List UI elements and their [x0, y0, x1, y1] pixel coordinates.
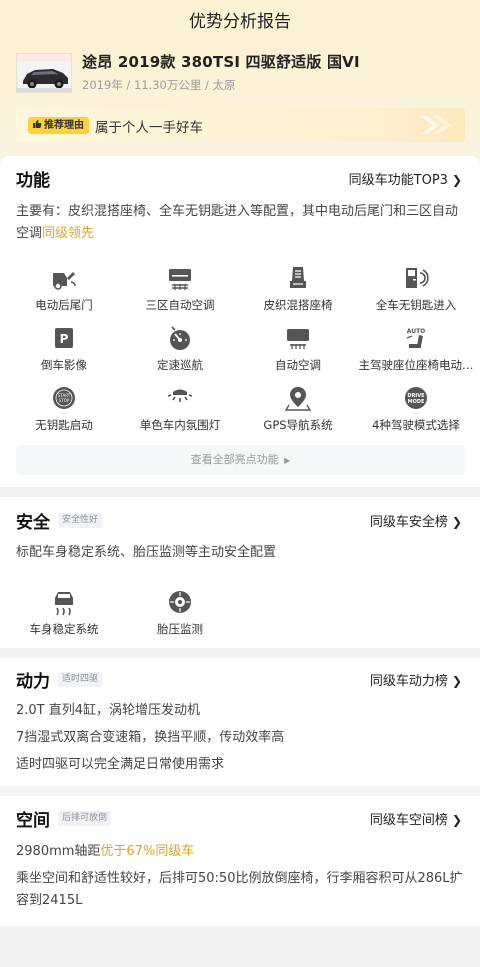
- feature-item[interactable]: 单色车内氛围灯: [120, 384, 240, 433]
- space-line-1: 2980mm轴距优于67%同级车: [16, 841, 466, 863]
- gps-icon: [284, 387, 312, 411]
- feature-item[interactable]: 皮织混搭座椅: [238, 264, 358, 313]
- features-section: 功能 同级车功能TOP3 ❯ 主要有：皮织混搭座椅、全车无钥匙进入等配置，其中电动…: [0, 156, 480, 487]
- seat-icon: [290, 267, 306, 288]
- space-section: 空间 后排可放倒 同级车空间榜 ❯ 2980mm轴距优于67%同级车 乘坐空间和舒…: [0, 796, 480, 926]
- features-top3-link[interactable]: 同级车功能TOP3 ❯: [349, 169, 462, 188]
- features-description: 主要有：皮织混搭座椅、全车无钥匙进入等配置，其中电动后尾门和三区自动空调同级领先: [16, 201, 466, 245]
- space-rank-link[interactable]: 同级车空间榜 ❯: [370, 809, 462, 828]
- car-image: [17, 54, 71, 92]
- chevron-right-icon: ❯: [451, 674, 462, 688]
- keyless-entry-icon: [406, 268, 429, 288]
- feature-label: 三区自动空调: [145, 298, 215, 312]
- power-tag: 适时四驱: [58, 672, 103, 687]
- feature-label: 电动后尾门: [35, 298, 93, 312]
- push-stop-text: STOP: [59, 398, 70, 403]
- feature-label: 自动空调: [275, 358, 321, 372]
- feature-item[interactable]: GPS导航系统: [238, 384, 358, 433]
- car-thumbnail[interactable]: [16, 53, 72, 93]
- safety-rank-link[interactable]: 同级车安全榜 ❯: [370, 511, 462, 530]
- ambient-light-icon: [167, 389, 193, 402]
- space-tag: 后排可放倒: [58, 811, 112, 826]
- feature-label: 4种驾驶模式选择: [372, 418, 460, 432]
- features-title: 功能: [16, 171, 50, 191]
- thumbs-up-icon: [33, 120, 42, 128]
- safety-item[interactable]: 胎压监测: [120, 588, 240, 637]
- car-title: 途昂 2019款 380TSI 四驱舒适版 国VI: [82, 53, 360, 71]
- feature-item[interactable]: 自动空调: [238, 324, 358, 373]
- safety-title: 安全: [16, 513, 50, 533]
- safety-item[interactable]: 车身稳定系统: [4, 588, 124, 637]
- feature-label: GPS导航系统: [263, 418, 333, 432]
- power-rank-link[interactable]: 同级车动力榜 ❯: [370, 670, 462, 689]
- stability-control-icon: [55, 592, 73, 616]
- drive-mode-icon: DRIVE MODE: [405, 387, 427, 409]
- power-link-label: 同级车动力榜: [369, 674, 448, 689]
- feature-item[interactable]: 定速巡航: [120, 324, 240, 373]
- feature-item[interactable]: P 倒车影像: [4, 324, 124, 373]
- power-line-1: 2.0T 直列4缸，涡轮增压发动机: [16, 703, 201, 718]
- power-section: 动力 适时四驱 同级车动力榜 ❯ 2.0T 直列4缸，涡轮增压发动机 7挡湿式双离…: [0, 658, 480, 786]
- power-line-2: 7挡湿式双离合变速箱，换挡平顺，传动效率高: [16, 730, 285, 745]
- recommend-reason-bar: 推荐理由 属于个人一手好车: [16, 108, 465, 142]
- safety-item-label: 车身稳定系统: [29, 622, 99, 636]
- power-title: 动力: [16, 672, 50, 692]
- feature-label: 单色车内氛围灯: [139, 418, 221, 432]
- recommend-badge-label: 推荐理由: [44, 120, 84, 131]
- feature-label: 倒车影像: [41, 358, 87, 372]
- view-all-label: 查看全部亮点功能: [190, 453, 279, 466]
- push-start-icon: START STOP: [53, 387, 75, 409]
- feature-label: 主驾驶座位座椅电动…: [358, 358, 474, 372]
- space-highlight: 优于67%同级车: [100, 844, 195, 859]
- tire-pressure-icon: [169, 591, 191, 613]
- decorative-chevron-icon: [421, 116, 451, 134]
- recommend-badge: 推荐理由: [28, 117, 89, 134]
- feature-item[interactable]: DRIVE MODE 4种驾驶模式选择: [356, 384, 476, 433]
- reverse-camera-p: P: [60, 332, 69, 346]
- safety-section: 安全 安全性好 同级车安全榜 ❯ 标配车身稳定系统、胎压监测等主动安全配置 车身稳…: [0, 497, 480, 648]
- space-line-2: 乘坐空间和舒适性较好，后排可50:50比例放倒座椅，行李厢容积可从286L扩容到…: [16, 871, 463, 908]
- reverse-camera-icon: P: [55, 328, 73, 348]
- chevron-right-icon: ❯: [451, 515, 462, 529]
- space-wheelbase: 2980mm轴距: [16, 844, 101, 859]
- cruise-control-icon: [170, 326, 190, 350]
- safety-link-label: 同级车安全榜: [369, 515, 448, 530]
- chevron-right-icon: ❯: [451, 173, 462, 187]
- feature-label: 定速巡航: [157, 358, 203, 372]
- drive-mode-text-2: MODE: [408, 399, 425, 405]
- space-title: 空间: [16, 811, 50, 831]
- auto-ac-icon: [287, 329, 309, 349]
- view-all-features-button[interactable]: 查看全部亮点功能 ▶: [16, 445, 465, 475]
- feature-label: 皮织混搭座椅: [263, 298, 333, 312]
- safety-description: 标配车身稳定系统、胎压监测等主动安全配置: [16, 545, 277, 560]
- car-summary[interactable]: 途昂 2019款 380TSI 四驱舒适版 国VI 2019年 / 11.30万…: [16, 50, 466, 96]
- safety-tag: 安全性好: [58, 513, 103, 528]
- feature-label: 全车无钥匙进入: [375, 298, 457, 312]
- page-title: 优势分析报告: [189, 12, 291, 32]
- feature-item[interactable]: AUTO 主驾驶座位座椅电动…: [356, 324, 476, 373]
- safety-item-label: 胎压监测: [157, 622, 203, 636]
- car-meta: 2019年 / 11.30万公里 / 太原: [82, 78, 236, 92]
- climate-control-icon: [169, 269, 191, 290]
- features-desc-highlight: 同级领先: [42, 226, 95, 241]
- power-line-3: 适时四驱可以完全满足日常使用需求: [16, 757, 225, 772]
- tailgate-icon: [53, 272, 76, 290]
- feature-item[interactable]: START STOP 无钥匙启动: [4, 384, 124, 433]
- power-seat-icon: AUTO: [407, 328, 426, 348]
- feature-item[interactable]: 电动后尾门: [4, 264, 124, 313]
- feature-item[interactable]: 全车无钥匙进入: [356, 264, 476, 313]
- recommend-reason-text: 属于个人一手好车: [95, 120, 203, 136]
- play-triangle-icon: ▶: [284, 456, 291, 465]
- feature-item[interactable]: 三区自动空调: [120, 264, 240, 313]
- feature-label: 无钥匙启动: [35, 418, 93, 432]
- space-link-label: 同级车空间榜: [369, 813, 448, 828]
- features-link-label: 同级车功能TOP3: [348, 173, 448, 188]
- power-seat-auto-text: AUTO: [407, 328, 426, 335]
- chevron-right-icon: ❯: [451, 813, 462, 827]
